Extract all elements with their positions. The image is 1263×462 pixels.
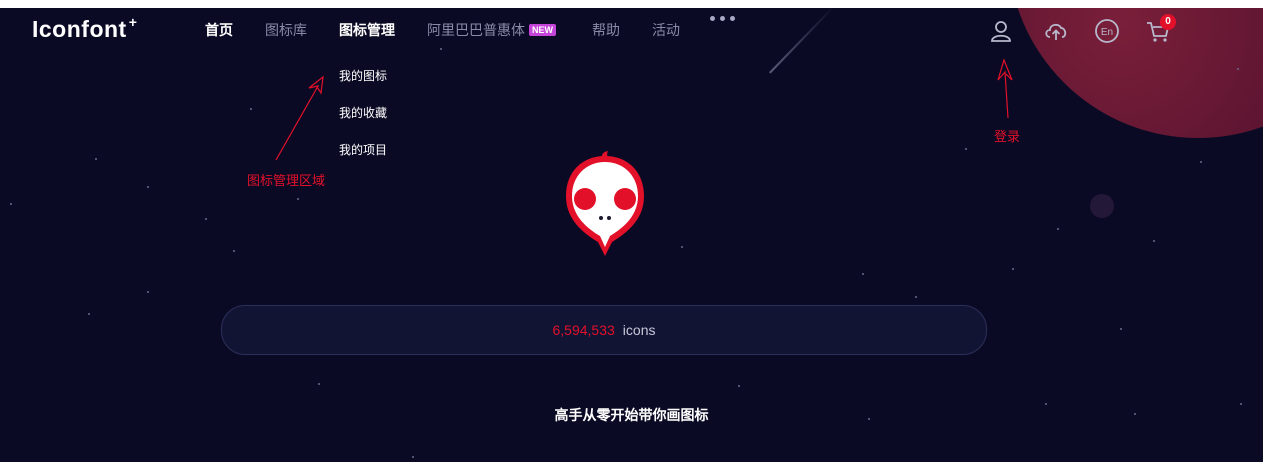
annotation-label-login: 登录 [994, 129, 1021, 144]
tagline-link[interactable]: 高手从零开始带你画图标 [0, 405, 1263, 425]
skull-mascot-icon [566, 151, 644, 256]
search-bar[interactable]: 6,594,533 icons [221, 305, 987, 355]
annotation-arrow-login [997, 58, 1013, 119]
icon-count-suffix: icons [622, 322, 656, 338]
annotation-arrow-manage [275, 75, 324, 161]
annotation-label-manage-area: 图标管理区域 [247, 173, 326, 188]
icon-count: 6,594,533 [552, 322, 615, 338]
